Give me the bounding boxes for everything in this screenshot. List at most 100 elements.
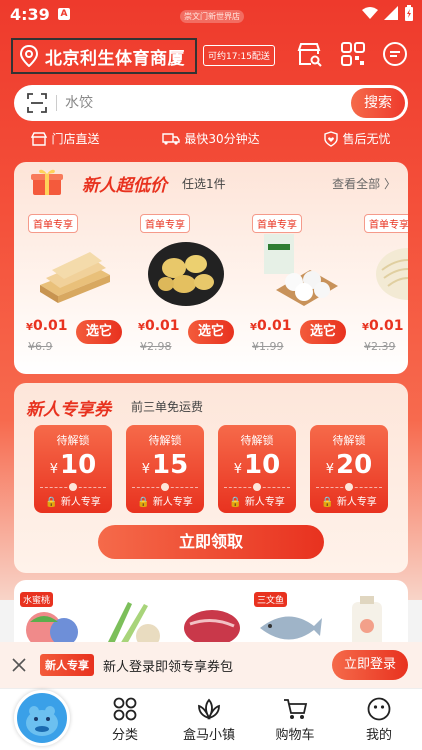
- login-button[interactable]: 立即登录: [332, 650, 408, 680]
- coupon-amount: ¥15: [141, 450, 189, 480]
- new-user-tag: 新人专享: [40, 654, 94, 676]
- store-name: 北京利生体育商厦: [45, 48, 185, 69]
- coupon-item[interactable]: 待解锁 ¥15 🔒 新人专享: [126, 425, 204, 513]
- coupon-foot-label: 新人专享: [244, 497, 285, 508]
- claim-coupons-button[interactable]: 立即领取: [98, 525, 324, 559]
- noodles-image: [376, 248, 408, 300]
- pick-button[interactable]: 选它: [76, 320, 122, 344]
- coupon-foot-label: 新人专享: [60, 497, 101, 508]
- coupon-item[interactable]: 待解锁 ¥10 🔒 新人专享: [218, 425, 296, 513]
- new-user-low-price-card: 新人超低价 任选1件 查看全部 〉 首单专享 ¥0.01 ¥6.9 选它 首单专…: [14, 162, 408, 374]
- heart-shield-icon: [323, 130, 338, 147]
- message-icon[interactable]: [381, 40, 409, 68]
- coupon-status: 待解锁: [56, 434, 90, 447]
- search-bar: 搜索: [14, 85, 408, 121]
- coupon-list: 待解锁 ¥10 🔒 新人专享 待解锁 ¥15 🔒 新人专享 待解锁 ¥10 🔒 …: [34, 425, 388, 513]
- coupon-dot: [253, 483, 261, 491]
- coupon-status: 待解锁: [332, 434, 366, 447]
- coupon-amount-value: 20: [336, 450, 373, 480]
- nav-item-mine[interactable]: 我的: [344, 697, 414, 743]
- status-notice-chip: 崇文门新世界店: [180, 10, 244, 23]
- original-price: ¥1.99: [252, 340, 284, 353]
- nav-label: 购物车: [275, 728, 315, 743]
- coupon-item[interactable]: 待解锁 ¥10 🔒 新人专享: [34, 425, 112, 513]
- product-price-value: 0.01: [32, 318, 68, 334]
- coupon-subtitle: 前三单免运费: [131, 400, 204, 414]
- feature-fast-delivery: 最快30分钟达: [162, 130, 260, 147]
- nav-item-category[interactable]: 分类: [90, 697, 160, 743]
- close-icon[interactable]: [12, 658, 26, 672]
- coupon-status: 待解锁: [148, 434, 182, 447]
- product-card-buns[interactable]: 首单专享 ¥0.01 ¥1.99 选它: [248, 210, 358, 365]
- status-icons: [362, 5, 414, 21]
- nav-item-cart[interactable]: 购物车: [260, 697, 330, 743]
- status-bar: 4:39 A 崇文门新世界店: [0, 0, 422, 30]
- feature-label: 门店直送: [51, 132, 100, 146]
- product-price: ¥0.01: [362, 318, 404, 334]
- qr-code-icon[interactable]: [339, 40, 367, 68]
- product-card-potatoes[interactable]: 首单专享 ¥0.01 ¥2.98 选它: [136, 210, 246, 365]
- login-promo-text: 新人登录即领专享券包: [103, 659, 234, 675]
- nav-label: 分类: [111, 728, 138, 743]
- store-location-selector[interactable]: 北京利生体育商厦: [11, 38, 197, 74]
- feature-label: 最快30分钟达: [184, 132, 260, 146]
- low-price-header: 新人超低价 任选1件 查看全部 〉: [14, 162, 408, 202]
- coupon-foot: 🔒 新人专享: [229, 497, 285, 508]
- product-list: 首单专享 ¥0.01 ¥6.9 选它 首单专享 ¥0.01 ¥2.98 选它 首…: [24, 210, 408, 365]
- pick-button[interactable]: 选它: [300, 320, 346, 344]
- status-time: 4:39: [10, 5, 50, 24]
- login-promo-banner: 新人专享 新人登录即领专享券包 立即登录: [0, 642, 422, 688]
- nav-label: 盒马小镇: [182, 728, 235, 743]
- store-search-icon[interactable]: [295, 40, 323, 68]
- original-price: ¥6.9: [28, 340, 53, 353]
- gift-box-icon: [31, 169, 63, 195]
- product-card-noodles[interactable]: 首单专享 ¥0.01 ¥2.39: [360, 210, 408, 365]
- feature-label: 售后无忧: [342, 132, 391, 146]
- coupon-amount-value: 10: [60, 450, 97, 480]
- product-price: ¥0.01: [26, 318, 68, 334]
- hippo-mascot-icon: [26, 706, 58, 736]
- feature-after-sales: 售后无忧: [323, 130, 391, 147]
- location-pin-icon: [19, 45, 39, 67]
- grid-icon: [113, 697, 137, 721]
- product-price: ¥0.01: [138, 318, 180, 334]
- notification-a-icon: A: [58, 8, 70, 20]
- original-price: ¥2.98: [140, 340, 172, 353]
- search-button[interactable]: 搜索: [351, 88, 405, 118]
- category-tag: 水蜜桃: [20, 592, 54, 607]
- original-price: ¥2.39: [364, 340, 396, 353]
- pick-button[interactable]: 选它: [188, 320, 234, 344]
- steamed-buns-image: [264, 234, 338, 306]
- smile-icon: [367, 697, 391, 721]
- low-price-title: 新人超低价: [82, 176, 167, 196]
- category-tag: 三文鱼: [254, 592, 288, 607]
- product-price-value: 0.01: [256, 318, 292, 334]
- view-all-link[interactable]: 查看全部 〉: [332, 175, 396, 192]
- delivery-time-badge: 可约17:15配送: [203, 45, 275, 66]
- coupon-title: 新人专享券: [26, 400, 111, 420]
- product-card-bread[interactable]: 首单专享 ¥0.01 ¥6.9 选它: [24, 210, 134, 365]
- feature-store-delivery: 门店直送: [31, 130, 99, 147]
- store-icon: [31, 131, 48, 146]
- coupon-foot-label: 新人专享: [152, 497, 193, 508]
- coupon-amount: ¥20: [325, 450, 373, 480]
- coupon-foot: 🔒 新人专享: [137, 497, 193, 508]
- truck-icon: [162, 132, 181, 145]
- new-user-coupon-card: 新人专享券 前三单免运费 待解锁 ¥10 🔒 新人专享 待解锁 ¥15 🔒 新人…: [14, 383, 408, 573]
- coupon-dot: [345, 483, 353, 491]
- nav-item-hema-town[interactable]: 盒马小镇: [174, 697, 244, 743]
- product-price-value: 0.01: [144, 318, 180, 334]
- scan-icon[interactable]: [26, 92, 48, 114]
- home-hippo-icon[interactable]: [14, 690, 70, 746]
- coupon-amount: ¥10: [233, 450, 281, 480]
- battery-icon: [405, 5, 413, 21]
- coupon-foot-label: 新人专享: [336, 497, 377, 508]
- signal-icon: [384, 6, 398, 20]
- cart-icon: [284, 699, 308, 719]
- search-divider: [56, 95, 57, 111]
- bread-slices-image: [40, 252, 110, 303]
- coupon-status: 待解锁: [240, 434, 274, 447]
- coupon-dot: [69, 483, 77, 491]
- coupon-item[interactable]: 待解锁 ¥20 🔒 新人专享: [310, 425, 388, 513]
- coupon-amount: ¥10: [49, 450, 97, 480]
